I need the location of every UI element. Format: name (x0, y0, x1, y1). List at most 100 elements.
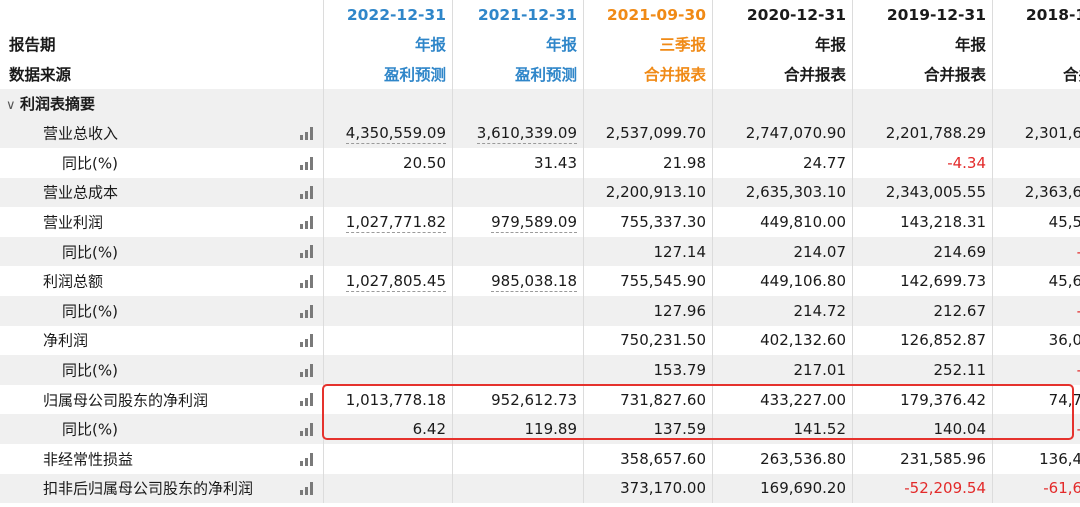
table-row[interactable]: 同比(%) 20.5031.4321.9824.77-4.347.61 (0, 147, 1080, 178)
date-col-4[interactable]: 2020-12-31 (712, 0, 853, 30)
value-cell: 179,376.42 (852, 384, 993, 415)
value-cell: 136,413.18 (992, 443, 1080, 474)
table-row[interactable]: 扣非后归属母公司股东的净利润 373,170.00 169,690.20 -52,20… (0, 473, 1080, 504)
value-cell: 2,200,913.10 (583, 177, 713, 208)
table-row[interactable]: 营业总成本 2,200,913.10 2,635,303.10 2,343,005.5… (0, 177, 1080, 208)
date-col-6[interactable]: 2018-12-31 (992, 0, 1080, 30)
value-cell: 4,350,559.09 (323, 118, 453, 148)
bar-chart-icon[interactable] (300, 452, 314, 466)
value-cell: 31.43 (452, 147, 584, 178)
value-cell (323, 177, 453, 208)
row-label: 扣非后归属母公司股东的净利润 (43, 479, 254, 498)
value-cell: 2,301,670.68 (992, 118, 1080, 148)
header-corner (0, 0, 324, 30)
row-label: 营业总成本 (43, 183, 119, 202)
source-label: 数据来源 (0, 59, 324, 89)
value-cell: 252.11 (852, 355, 993, 385)
table-row[interactable]: 同比(%) 127.96214.72212.67-50.06 (0, 295, 1080, 326)
row-label-cell: 同比(%) (0, 147, 324, 178)
section-row-income-summary[interactable]: ∨ 利润表摘要 (0, 88, 1080, 119)
value-cell: 7.61 (992, 147, 1080, 178)
bar-chart-icon[interactable] (300, 363, 314, 377)
value-cell: -50.13 (992, 236, 1080, 267)
section-toggle[interactable]: ∨ 利润表摘要 (0, 88, 324, 119)
bar-chart-icon[interactable] (300, 482, 314, 496)
value-cell: 402,132.60 (712, 325, 853, 356)
row-label: 利润总额 (43, 272, 104, 291)
value-cell: 1,027,771.82 (323, 207, 453, 237)
value-cell (452, 355, 584, 385)
value-cell (452, 236, 584, 267)
value-cell: 143,218.31 (852, 207, 993, 237)
table-row[interactable]: 净利润 750,231.50402,132.60126,852.8736,026.… (0, 325, 1080, 356)
table-row[interactable]: 同比(%) 6.42119.89137.59141.52140.04-39.98 (0, 414, 1080, 444)
value-cell: 212.67 (852, 295, 993, 326)
period-col-4: 年报 (712, 29, 853, 60)
table-row[interactable]: 利润总额 1,027,805.45 985,038.18 755,545.90 449,… (0, 266, 1080, 296)
value-cell: 119.89 (452, 414, 584, 444)
value-cell (323, 325, 453, 356)
value-cell: 74,727.83 (992, 384, 1080, 415)
value-cell: 373,170.00 (583, 473, 713, 504)
value-cell: 169,690.20 (712, 473, 853, 504)
bar-chart-icon[interactable] (300, 156, 314, 170)
bar-chart-icon[interactable] (300, 304, 314, 318)
section-title: 利润表摘要 (20, 95, 96, 114)
bar-chart-icon[interactable] (300, 334, 314, 348)
row-label: 归属母公司股东的净利润 (43, 391, 209, 410)
date-header-row: 2022-12-31 2021-12-31 2021-09-30 2020-12… (0, 0, 1080, 30)
date-col-5[interactable]: 2019-12-31 (852, 0, 993, 30)
value-cell: 2,747,070.90 (712, 118, 853, 148)
table-row[interactable]: 营业总收入 4,350,559.09 3,610,339.09 2,537,099.7… (0, 118, 1080, 148)
row-label: 同比(%) (62, 302, 118, 321)
table-row[interactable]: 营业利润 1,027,771.82 979,589.09 755,337.30 449,… (0, 207, 1080, 237)
table-row[interactable]: 归属母公司股东的净利润 1,013,778.18 952,612.73 731,827… (0, 384, 1080, 415)
bar-chart-icon[interactable] (300, 393, 314, 407)
date-col-1[interactable]: 2022-12-31 (323, 0, 453, 30)
date-col-2[interactable]: 2021-12-31 (452, 0, 584, 30)
value-cell: -39.98 (992, 414, 1080, 444)
value-cell: 214.69 (852, 236, 993, 267)
bar-chart-icon[interactable] (300, 186, 314, 200)
chevron-down-icon[interactable]: ∨ (6, 98, 20, 113)
table-row[interactable]: 同比(%) 153.79217.01252.11-60.08 (0, 355, 1080, 385)
bar-chart-icon[interactable] (300, 215, 314, 229)
value-cell: 263,536.80 (712, 443, 853, 474)
value-cell: 755,337.30 (583, 207, 713, 237)
source-col-2: 盈利预测 (452, 59, 584, 89)
row-label: 营业总收入 (43, 124, 119, 143)
table-row[interactable]: 同比(%) 127.14214.07214.69-50.13 (0, 236, 1080, 267)
bar-chart-icon[interactable] (300, 274, 314, 288)
bar-chart-icon[interactable] (300, 126, 314, 140)
value-cell: 6.42 (323, 414, 453, 444)
value-cell: 750,231.50 (583, 325, 713, 356)
row-label-cell: 营业利润 (0, 207, 324, 237)
value-cell: 985,038.18 (452, 266, 584, 296)
source-header-row: 数据来源 盈利预测 盈利预测 合并报表 合并报表 合并报表 合并报表 (0, 59, 1080, 89)
value-cell: 952,612.73 (452, 384, 584, 415)
value-cell: 127.14 (583, 236, 713, 267)
value-cell: 140.04 (852, 414, 993, 444)
bar-chart-icon[interactable] (300, 245, 314, 259)
value-cell: 21.98 (583, 147, 713, 178)
row-label: 同比(%) (62, 420, 118, 439)
value-cell: 217.01 (712, 355, 853, 385)
value-cell: 433,227.00 (712, 384, 853, 415)
date-col-3[interactable]: 2021-09-30 (583, 0, 713, 30)
source-col-6: 合并报表 (992, 59, 1080, 89)
row-label-cell: 同比(%) (0, 236, 324, 267)
value-cell (452, 295, 584, 326)
row-label-cell: 净利润 (0, 325, 324, 356)
table-row[interactable]: 非经常性损益 358,657.60 263,536.80 231,585.96 136,… (0, 443, 1080, 474)
row-label-cell: 营业总收入 (0, 118, 324, 148)
row-label-cell: 营业总成本 (0, 177, 324, 208)
value-cell: 1,013,778.18 (323, 384, 453, 415)
value-cell (452, 325, 584, 356)
value-cell (323, 443, 453, 474)
source-col-1: 盈利预测 (323, 59, 453, 89)
bar-chart-icon[interactable] (300, 422, 314, 436)
value-cell: 45,638.91 (992, 266, 1080, 296)
value-cell: -4.34 (852, 147, 993, 178)
value-cell: 3,610,339.09 (452, 118, 584, 148)
value-cell: 137.59 (583, 414, 713, 444)
